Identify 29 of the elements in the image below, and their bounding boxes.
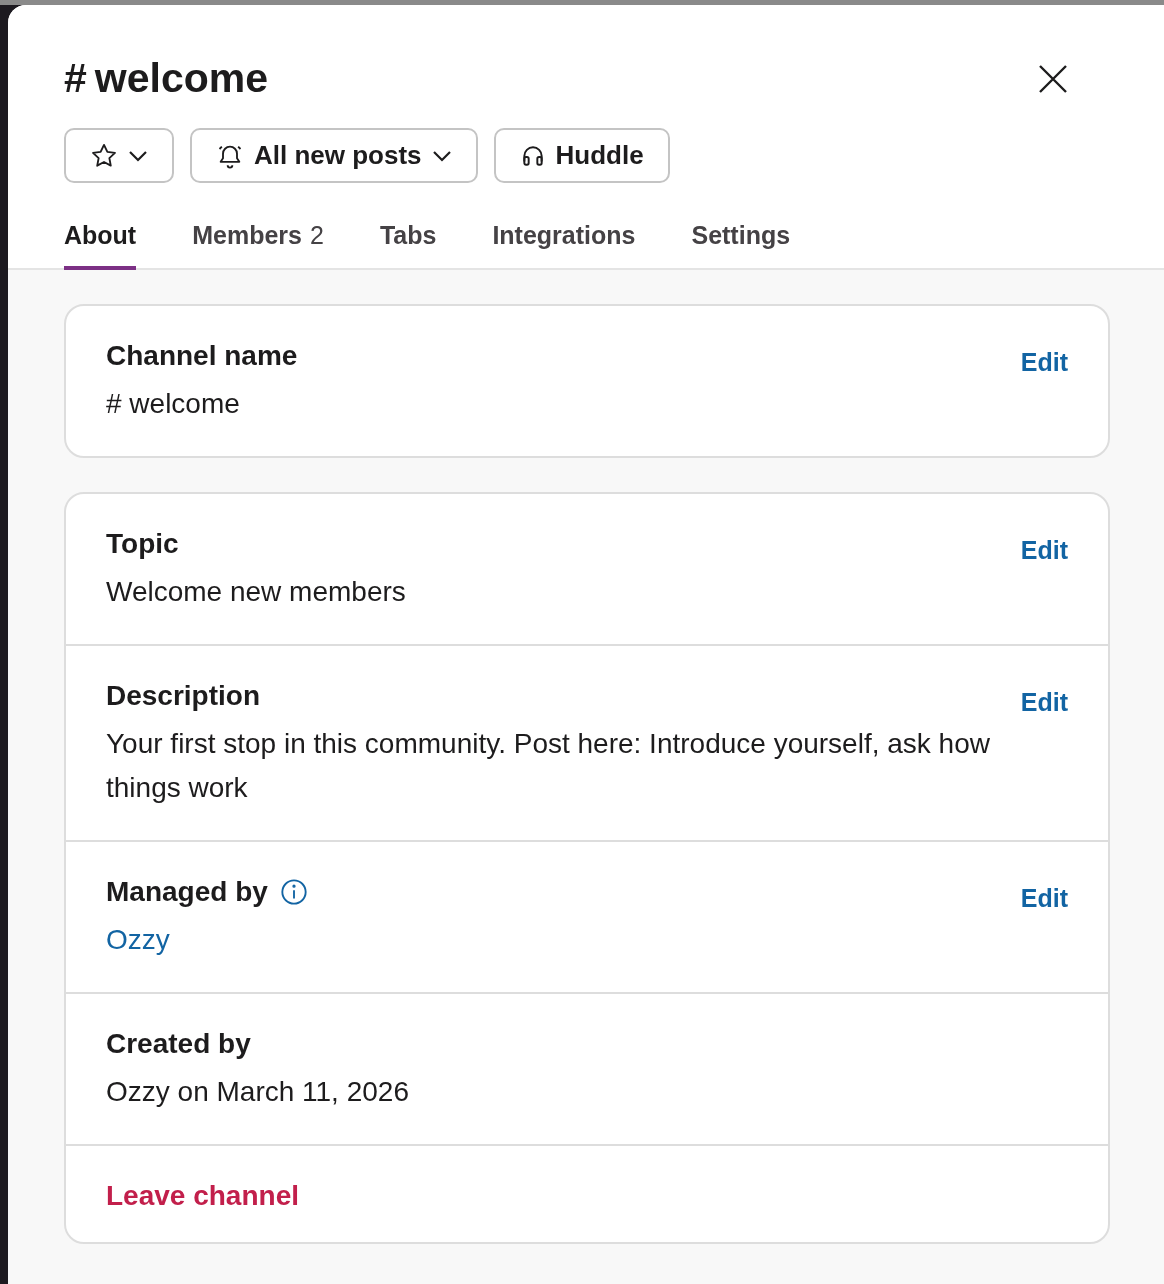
info-icon[interactable]	[279, 878, 308, 906]
field-label: Created by	[106, 1028, 251, 1060]
edit-link[interactable]: Edit	[1020, 348, 1068, 377]
tab[interactable]: Tabs	[379, 221, 437, 270]
edit-link[interactable]: Edit	[1020, 688, 1068, 717]
leave-channel-link[interactable]: Leave channel	[106, 1180, 299, 1212]
field-value: Your first stop in this community. Post here: Introduce yourself, ask how things work	[106, 727, 991, 805]
edit-link[interactable]: Edit	[1020, 884, 1068, 913]
field-label: Topic	[106, 528, 179, 560]
user-link[interactable]: Ozzy	[106, 918, 308, 962]
field-value: Welcome new members	[106, 575, 406, 609]
hash-symbol: #	[64, 55, 87, 102]
field-value: # welcome	[106, 387, 241, 421]
tab[interactable]: About	[64, 221, 137, 270]
edit-link[interactable]: Edit	[1020, 536, 1068, 565]
tab[interactable]: Settings	[691, 221, 791, 270]
caret-icon	[128, 149, 148, 162]
tab[interactable]: Integrations	[492, 221, 636, 270]
field-label: Description	[106, 680, 261, 712]
close-icon	[1038, 63, 1068, 94]
huddle-button[interactable]: Huddle	[493, 128, 670, 183]
star-button[interactable]	[64, 128, 174, 183]
channel-title: welcome	[94, 55, 268, 102]
field-value: Ozzy on March 11, 2026	[106, 1075, 409, 1109]
tab[interactable]: Members 2	[192, 221, 324, 270]
caret-icon	[431, 149, 452, 162]
field-label: Channel name	[106, 340, 298, 372]
field-label: Managed by	[106, 876, 268, 908]
notifications-button[interactable]: All new posts	[190, 128, 478, 183]
